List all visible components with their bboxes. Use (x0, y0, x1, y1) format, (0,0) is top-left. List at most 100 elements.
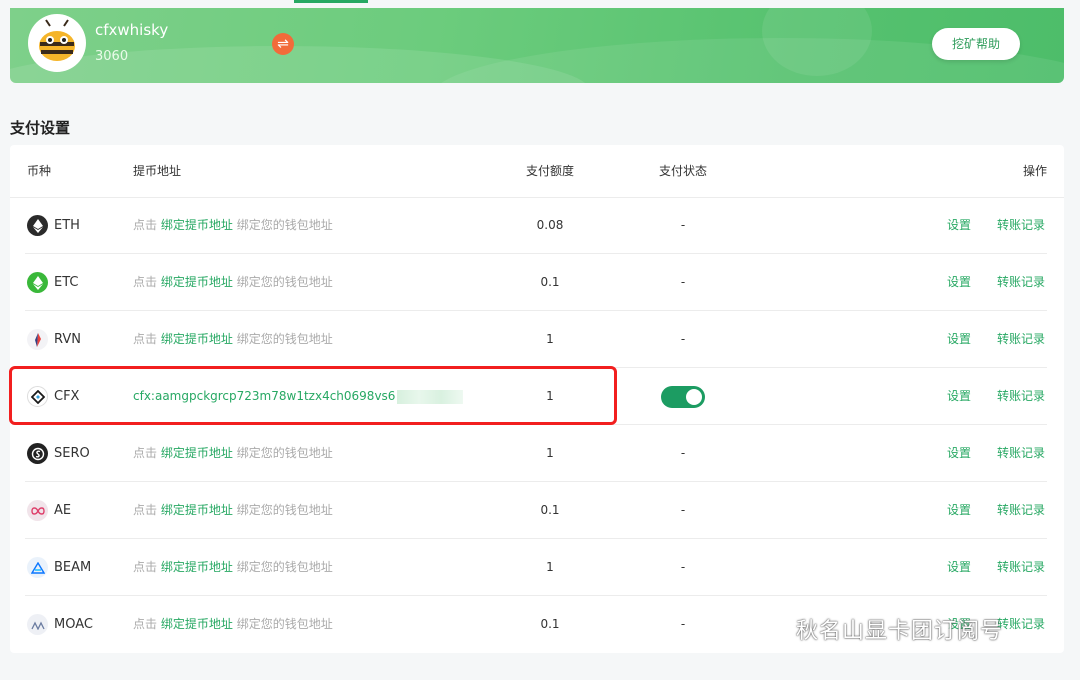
coin-name: CFX (54, 389, 80, 404)
placeholder-prefix: 点击 (133, 503, 158, 517)
transfer-log-link[interactable]: 转账记录 (997, 596, 1045, 653)
coin-name: SERO (54, 446, 90, 461)
placeholder-suffix: 绑定您的钱包地址 (236, 275, 333, 289)
status-value: - (680, 503, 686, 517)
status-value: - (680, 275, 686, 289)
coin-cell: ETC (27, 254, 78, 311)
placeholder-prefix: 点击 (133, 560, 158, 574)
column-header-coin: 币种 (27, 164, 52, 178)
address-placeholder: 点击 绑定提币地址 绑定您的钱包地址 (133, 311, 333, 368)
cfx-icon (27, 386, 48, 407)
bind-address-link[interactable]: 绑定提币地址 (161, 332, 233, 346)
status-value: - (680, 332, 686, 346)
bind-address-link[interactable]: 绑定提币地址 (161, 446, 233, 460)
user-id: 3060 (95, 49, 129, 64)
settings-link[interactable]: 设置 (947, 311, 971, 368)
payment-status-toggle[interactable] (661, 385, 705, 408)
status-value: - (680, 560, 686, 574)
ae-icon (27, 500, 48, 521)
placeholder-suffix: 绑定您的钱包地址 (236, 617, 333, 631)
placeholder-suffix: 绑定您的钱包地址 (236, 446, 333, 460)
table-row: BEAM 点击 绑定提币地址 绑定您的钱包地址 1 - 设置 转账记录 (10, 539, 1064, 596)
settings-link[interactable]: 设置 (947, 368, 971, 425)
column-header-ops: 操作 (1022, 164, 1047, 178)
address-placeholder: 点击 绑定提币地址 绑定您的钱包地址 (133, 425, 333, 482)
table-header: 币种 提币地址 支付额度 支付状态 操作 (10, 145, 1064, 198)
wallet-address-text: cfx:aamgpckgrcp723m78w1tzx4ch0698vs6 (133, 389, 396, 403)
amount-value: 0.1 (540, 275, 560, 289)
etc-icon (27, 272, 48, 293)
bind-address-link[interactable]: 绑定提币地址 (161, 560, 233, 574)
table-row: ETC 点击 绑定提币地址 绑定您的钱包地址 0.1 - 设置 转账记录 (10, 254, 1064, 311)
amount-value: 1 (546, 560, 554, 574)
bind-address-link[interactable]: 绑定提币地址 (161, 617, 233, 631)
coin-name: BEAM (54, 560, 92, 575)
sero-icon (27, 443, 48, 464)
bind-address-link[interactable]: 绑定提币地址 (161, 218, 233, 232)
table-row: CFX cfx:aamgpckgrcp723m78w1tzx4ch0698vs6… (10, 368, 1064, 425)
mining-help-button[interactable]: 挖矿帮助 (932, 28, 1020, 60)
address-placeholder: 点击 绑定提币地址 绑定您的钱包地址 (133, 539, 333, 596)
transfer-log-link[interactable]: 转账记录 (997, 425, 1045, 482)
transfer-log-link[interactable]: 转账记录 (997, 311, 1045, 368)
settings-link[interactable]: 设置 (947, 254, 971, 311)
column-header-amount: 支付额度 (525, 164, 574, 178)
settings-link[interactable]: 设置 (947, 539, 971, 596)
address-placeholder: 点击 绑定提币地址 绑定您的钱包地址 (133, 197, 333, 254)
amount-value: 0.1 (540, 617, 560, 631)
transfer-log-link[interactable]: 转账记录 (997, 539, 1045, 596)
transfer-log-link[interactable]: 转账记录 (997, 368, 1045, 425)
watermark: 秋名山显卡团订阅号 (760, 613, 1003, 645)
payment-settings-table: 币种 提币地址 支付额度 支付状态 操作 ETH 点击 绑定提币地址 绑定您的钱… (10, 145, 1064, 653)
swap-icon[interactable]: ⇌ (272, 33, 294, 55)
settings-link[interactable]: 设置 (947, 425, 971, 482)
coin-cell: ETH (27, 197, 80, 254)
amount-value: 1 (546, 389, 554, 403)
coin-cell: RVN (27, 311, 81, 368)
address-placeholder: 点击 绑定提币地址 绑定您的钱包地址 (133, 482, 333, 539)
status-value: - (680, 218, 686, 232)
settings-link[interactable]: 设置 (947, 482, 971, 539)
coin-cell: AE (27, 482, 71, 539)
active-tab-indicator (294, 0, 368, 3)
status-value: - (680, 617, 686, 631)
transfer-log-link[interactable]: 转账记录 (997, 482, 1045, 539)
address-placeholder: 点击 绑定提币地址 绑定您的钱包地址 (133, 254, 333, 311)
user-banner: cfxwhisky 3060 ⇌ 挖矿帮助 (10, 8, 1064, 83)
placeholder-prefix: 点击 (133, 275, 158, 289)
address-placeholder: 点击 绑定提币地址 绑定您的钱包地址 (133, 596, 333, 653)
bee-avatar-icon (39, 19, 75, 61)
settings-link[interactable]: 设置 (947, 197, 971, 254)
eth-icon (27, 215, 48, 236)
transfer-log-link[interactable]: 转账记录 (997, 254, 1045, 311)
bind-address-link[interactable]: 绑定提币地址 (161, 503, 233, 517)
placeholder-suffix: 绑定您的钱包地址 (236, 218, 333, 232)
placeholder-suffix: 绑定您的钱包地址 (236, 503, 333, 517)
moac-icon (27, 614, 48, 635)
table-row: RVN 点击 绑定提币地址 绑定您的钱包地址 1 - 设置 转账记录 (10, 311, 1064, 368)
column-header-address: 提币地址 (133, 164, 182, 178)
address-redaction (397, 389, 464, 404)
coin-cell: SERO (27, 425, 90, 482)
coin-name: AE (54, 503, 72, 518)
avatar[interactable] (28, 14, 86, 72)
coin-cell: MOAC (27, 596, 93, 653)
column-header-status: 支付状态 (658, 164, 707, 178)
rvn-icon (27, 329, 48, 350)
table-row: SERO 点击 绑定提币地址 绑定您的钱包地址 1 - 设置 转账记录 (10, 425, 1064, 482)
coin-name: ETC (54, 275, 79, 290)
wechat-icon (760, 613, 790, 645)
placeholder-prefix: 点击 (133, 332, 158, 346)
transfer-log-link[interactable]: 转账记录 (997, 197, 1045, 254)
wallet-address[interactable]: cfx:aamgpckgrcp723m78w1tzx4ch0698vs6 (133, 368, 464, 425)
amount-value: 1 (546, 332, 554, 346)
placeholder-prefix: 点击 (133, 446, 158, 460)
coin-name: MOAC (54, 617, 93, 632)
placeholder-prefix: 点击 (133, 617, 158, 631)
beam-icon (27, 557, 48, 578)
bind-address-link[interactable]: 绑定提币地址 (161, 275, 233, 289)
coin-name: ETH (54, 218, 80, 233)
placeholder-suffix: 绑定您的钱包地址 (236, 560, 333, 574)
coin-cell: BEAM (27, 539, 91, 596)
amount-value: 1 (546, 446, 554, 460)
